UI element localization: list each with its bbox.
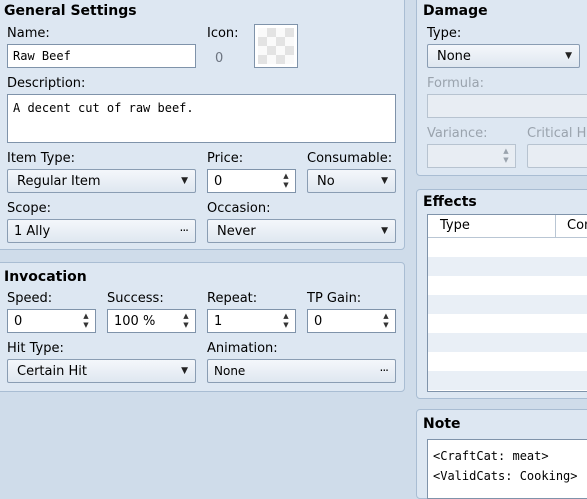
table-row[interactable] bbox=[428, 333, 587, 352]
success-label: Success: bbox=[107, 291, 164, 306]
tp-gain-spinner[interactable]: 0 ▲ ▼ bbox=[307, 309, 396, 333]
description-text: A decent cut of raw beef. bbox=[13, 101, 194, 115]
name-label: Name: bbox=[7, 26, 50, 41]
hit-type-select[interactable]: Certain Hit ▼ bbox=[7, 359, 196, 383]
hit-type-label: Hit Type: bbox=[7, 341, 64, 356]
item-type-value: Regular Item bbox=[17, 173, 101, 189]
scope-value: 1 Ally bbox=[14, 223, 51, 239]
animation-select[interactable]: None ··· bbox=[207, 359, 396, 383]
spin-arrows-icon[interactable]: ▲ ▼ bbox=[381, 312, 391, 330]
speed-value: 0 bbox=[14, 313, 23, 329]
note-line: <ValidCats: Cooking> bbox=[433, 469, 578, 483]
name-input[interactable]: Raw Beef bbox=[7, 44, 196, 68]
dropdown-arrow-icon: ▼ bbox=[381, 176, 388, 186]
price-label: Price: bbox=[207, 151, 244, 166]
dropdown-arrow-icon: ▼ bbox=[565, 51, 572, 61]
note-panel: Note <CraftCat: meat> <ValidCats: Cookin… bbox=[416, 409, 587, 499]
icon-preview bbox=[258, 28, 294, 64]
effects-column-type[interactable]: Type bbox=[440, 218, 470, 233]
spin-arrows-icon[interactable]: ▲ ▼ bbox=[281, 172, 291, 190]
consumable-label: Consumable: bbox=[307, 151, 393, 166]
item-type-label: Item Type: bbox=[7, 151, 75, 166]
table-row[interactable] bbox=[428, 314, 587, 333]
formula-input[interactable] bbox=[427, 94, 587, 118]
damage-type-label: Type: bbox=[427, 26, 462, 41]
repeat-label: Repeat: bbox=[207, 291, 258, 306]
table-row[interactable] bbox=[428, 352, 587, 371]
animation-label: Animation: bbox=[207, 341, 278, 356]
column-divider bbox=[555, 215, 556, 237]
icon-picker[interactable] bbox=[254, 24, 298, 68]
formula-label: Formula: bbox=[427, 76, 484, 91]
effects-table[interactable]: Type Con bbox=[427, 214, 587, 392]
table-row[interactable] bbox=[428, 276, 587, 295]
consumable-select[interactable]: No ▼ bbox=[307, 169, 396, 193]
occasion-label: Occasion: bbox=[207, 201, 271, 216]
variance-label: Variance: bbox=[427, 126, 488, 141]
scope-label: Scope: bbox=[7, 201, 51, 216]
description-label: Description: bbox=[7, 76, 86, 91]
damage-title: Damage bbox=[423, 3, 488, 19]
ellipsis-icon: ··· bbox=[379, 363, 390, 378]
scope-select[interactable]: 1 Ally ··· bbox=[7, 219, 196, 243]
speed-label: Speed: bbox=[7, 291, 53, 306]
invocation-title: Invocation bbox=[4, 269, 87, 285]
invocation-panel: Invocation Speed: 0 ▲ ▼ Success: 100 % ▲ ▼… bbox=[0, 262, 405, 392]
price-value: 0 bbox=[214, 173, 223, 189]
hit-type-value: Certain Hit bbox=[17, 363, 87, 379]
effects-table-header: Type Con bbox=[428, 215, 587, 238]
spin-arrows-icon[interactable]: ▲ ▼ bbox=[281, 312, 291, 330]
effects-title: Effects bbox=[423, 194, 477, 210]
dropdown-arrow-icon: ▼ bbox=[381, 226, 388, 236]
note-textarea[interactable]: <CraftCat: meat> <ValidCats: Cooking> bbox=[427, 439, 587, 499]
success-spinner[interactable]: 100 % ▲ ▼ bbox=[107, 309, 196, 333]
general-settings-panel: General Settings Name: Raw Beef Icon: 0 … bbox=[0, 0, 405, 250]
damage-type-value: None bbox=[437, 48, 471, 64]
occasion-value: Never bbox=[217, 223, 256, 239]
item-type-select[interactable]: Regular Item ▼ bbox=[7, 169, 196, 193]
table-row[interactable] bbox=[428, 295, 587, 314]
general-settings-title: General Settings bbox=[4, 3, 137, 19]
effects-column-content[interactable]: Con bbox=[567, 218, 587, 233]
repeat-spinner[interactable]: 1 ▲ ▼ bbox=[207, 309, 296, 333]
table-row[interactable] bbox=[428, 371, 587, 390]
dropdown-arrow-icon: ▼ bbox=[181, 176, 188, 186]
spin-arrows-icon[interactable]: ▲ ▼ bbox=[181, 312, 191, 330]
damage-panel: Damage Type: None ▼ Formula: Variance: ▲… bbox=[416, 0, 587, 176]
critical-hits-label: Critical H bbox=[527, 126, 587, 141]
dropdown-arrow-icon: ▼ bbox=[181, 366, 188, 376]
spin-arrows-icon[interactable]: ▲ ▼ bbox=[501, 147, 511, 165]
tp-gain-label: TP Gain: bbox=[307, 291, 362, 306]
description-input[interactable]: A decent cut of raw beef. bbox=[7, 94, 396, 143]
icon-index: 0 bbox=[215, 51, 224, 66]
critical-hits-select[interactable] bbox=[527, 144, 587, 168]
spin-arrows-icon[interactable]: ▲ ▼ bbox=[81, 312, 91, 330]
table-row[interactable] bbox=[428, 238, 587, 257]
tp-gain-value: 0 bbox=[314, 313, 323, 329]
icon-label: Icon: bbox=[207, 26, 239, 41]
occasion-select[interactable]: Never ▼ bbox=[207, 219, 396, 243]
note-line: <CraftCat: meat> bbox=[433, 449, 549, 463]
table-row[interactable] bbox=[428, 257, 587, 276]
success-value: 100 % bbox=[114, 313, 156, 329]
repeat-value: 1 bbox=[214, 313, 223, 329]
animation-value: None bbox=[214, 364, 246, 378]
damage-type-select[interactable]: None ▼ bbox=[427, 44, 580, 68]
consumable-value: No bbox=[317, 173, 335, 189]
ellipsis-icon: ··· bbox=[179, 223, 190, 238]
effects-panel: Effects Type Con bbox=[416, 189, 587, 399]
price-spinner[interactable]: 0 ▲ ▼ bbox=[207, 169, 296, 193]
note-title: Note bbox=[423, 416, 461, 432]
speed-spinner[interactable]: 0 ▲ ▼ bbox=[7, 309, 96, 333]
variance-spinner[interactable]: ▲ ▼ bbox=[427, 144, 516, 168]
